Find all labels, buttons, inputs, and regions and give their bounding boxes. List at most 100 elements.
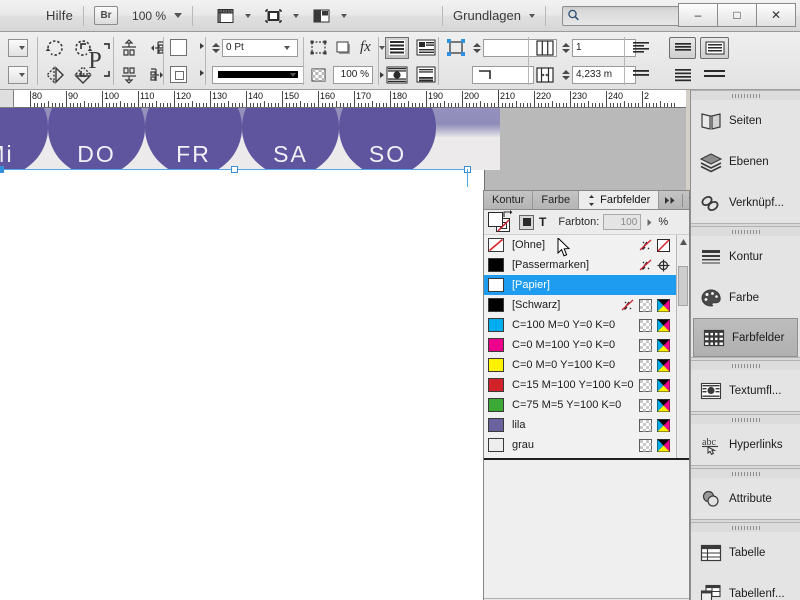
corner-size-stepper[interactable] (473, 42, 481, 53)
center-content-icon[interactable] (385, 65, 409, 85)
swatch-row[interactable]: C=0 M=100 Y=0 K=0 (484, 335, 676, 355)
align-top-icon[interactable] (119, 38, 139, 58)
opacity-field[interactable]: 100 % (333, 65, 373, 84)
swatch-row[interactable]: C=75 M=5 Y=100 K=0 (484, 395, 676, 415)
dock-item-hyperlinks[interactable]: abc Hyperlinks (691, 424, 800, 465)
dock-item-attribute[interactable]: Attribute (691, 478, 800, 519)
fit-frame-to-content-icon[interactable] (415, 38, 437, 58)
effects-caret[interactable] (378, 45, 385, 50)
swap-fill-stroke-icon[interactable] (503, 210, 513, 220)
dock-item-kontur[interactable]: Kontur (691, 236, 800, 277)
select-container-icon[interactable] (309, 38, 329, 58)
align-left-lines-icon[interactable] (631, 39, 651, 57)
dock-item-farbfelder[interactable]: Farbfelder (693, 318, 798, 357)
swatches-tab-farbfelder[interactable]: Farbfelder (579, 191, 660, 209)
weekday-circle[interactable]: FR (145, 108, 242, 170)
swatch-row[interactable]: [Schwarz] (484, 295, 676, 315)
view-options-caret[interactable] (245, 13, 252, 18)
swatch-row[interactable]: lila (484, 415, 676, 435)
flip-horizontal-icon[interactable] (44, 64, 66, 86)
document-page[interactable]: Mi DO FR SA SO (0, 108, 500, 600)
panel-dock[interactable]: Seiten Ebenen Verknüpf... Kontur Farbe Farbfe… (690, 90, 800, 600)
dock-item-tabelle[interactable]: Tabelle (691, 532, 800, 573)
fit-content-proportionally-button[interactable] (385, 36, 409, 59)
swatches-scrollbar[interactable] (676, 235, 689, 458)
gutter-stepper[interactable] (562, 69, 570, 80)
arrange-documents-button[interactable] (313, 7, 348, 25)
zoom-dropdown-caret[interactable] (174, 13, 183, 18)
gutter-field[interactable]: 4,233 m (572, 65, 636, 84)
dock-group-grip[interactable] (691, 523, 800, 532)
swatch-row[interactable]: [Passermarken] (484, 255, 676, 275)
maximize-button[interactable]: □ (717, 3, 757, 27)
selection-type-dropdown-1[interactable] (8, 38, 28, 57)
screen-mode-caret[interactable] (293, 13, 300, 18)
weekday-circle[interactable]: DO (48, 108, 145, 170)
tint-input[interactable]: 100 (603, 214, 642, 230)
workspace-caret[interactable] (529, 13, 535, 18)
tint-flyout-icon[interactable] (646, 218, 653, 227)
chevron-up-icon[interactable] (679, 238, 688, 246)
artwork-weekday-band[interactable]: Mi DO FR SA SO (0, 108, 500, 170)
swatch-row[interactable]: C=15 M=100 Y=100 K=0 (484, 375, 676, 395)
selection-bounding-box[interactable] (0, 166, 471, 173)
minimize-button[interactable]: – (678, 3, 718, 27)
swatch-row[interactable]: C=100 M=0 Y=0 K=0 (484, 315, 676, 335)
dock-item-tabellenf[interactable]: Tabellenf... (691, 573, 800, 600)
stroke-swatch-button[interactable] (170, 66, 187, 83)
swatch-row[interactable]: [Papier] (484, 275, 676, 295)
dock-group-grip[interactable] (691, 415, 800, 424)
distribute-vertical-icon[interactable] (147, 65, 167, 85)
view-options-button[interactable] (217, 7, 252, 25)
fill-frame-icon[interactable] (415, 65, 437, 85)
stroke-weight-stepper[interactable] (212, 42, 220, 53)
swatch-row[interactable]: C=0 M=0 Y=100 K=0 (484, 355, 676, 375)
corner-shape-field[interactable] (472, 65, 534, 84)
swatches-tab-farbe[interactable]: Farbe (533, 191, 580, 209)
formatting-affects-text-button[interactable]: T (539, 215, 546, 229)
columns-stepper[interactable] (562, 42, 570, 53)
close-button[interactable]: ✕ (756, 3, 796, 27)
selection-handle-left[interactable] (0, 166, 4, 173)
swatches-tab-kontur[interactable]: Kontur (484, 191, 534, 209)
columns-field[interactable]: 1 (572, 38, 636, 57)
align-justify-lines-icon[interactable] (631, 66, 651, 84)
swatches-panel[interactable]: Kontur Farbe Farbfelder T Farbton: 100 % (483, 190, 704, 600)
ruler-corner[interactable] (0, 90, 14, 108)
vertical-align-top-button[interactable] (669, 36, 696, 59)
weekday-circle[interactable]: SO (339, 108, 436, 170)
dock-item-textumfl[interactable]: Textumfl... (691, 370, 800, 411)
vertical-align-justify-button[interactable] (669, 64, 696, 86)
dock-group-grip[interactable] (691, 227, 800, 236)
dock-item-seiten[interactable]: Seiten (691, 100, 800, 141)
formatting-affects-frame-button[interactable] (519, 214, 534, 230)
transform-frame-icon[interactable] (445, 37, 467, 59)
selection-type-dropdown-2[interactable] (8, 65, 28, 84)
bridge-button[interactable]: Br (94, 6, 119, 25)
selection-handle-center[interactable] (231, 166, 238, 173)
rotate-clockwise-icon[interactable] (44, 37, 66, 59)
dock-item-verkn-pf[interactable]: Verknüpf... (691, 182, 800, 223)
swatch-row[interactable]: grau (484, 435, 676, 455)
stroke-style-caret[interactable] (290, 72, 296, 77)
drop-shadow-icon[interactable] (334, 38, 354, 58)
fill-stroke-proxy-icon[interactable] (488, 210, 513, 232)
text-frame-options-button[interactable] (700, 36, 729, 59)
dock-item-farbe[interactable]: Farbe (691, 277, 800, 318)
effects-button[interactable]: fx (360, 39, 371, 56)
collapse-panel-icon[interactable] (664, 196, 677, 205)
dock-group-grip[interactable] (691, 361, 800, 370)
arrange-documents-caret[interactable] (341, 13, 348, 18)
screen-mode-button[interactable] (265, 7, 300, 25)
dock-group-grip[interactable] (691, 469, 800, 478)
swatches-list[interactable]: [Ohne] [Passermarken] [Papier] [Schwarz] C=1… (484, 235, 689, 460)
scrollbar-thumb[interactable] (678, 266, 688, 306)
weekday-circle[interactable]: SA (242, 108, 339, 170)
stroke-weight-caret[interactable] (284, 45, 290, 50)
distribute-horizontal-icon[interactable] (147, 38, 167, 58)
paragraph-format-icon[interactable] (700, 66, 729, 84)
dock-group-grip[interactable] (691, 91, 800, 100)
swatch-row[interactable]: [Ohne] (484, 235, 676, 255)
workspace-switcher-label[interactable]: Grundlagen (453, 8, 521, 23)
align-bottom-icon[interactable] (119, 65, 139, 85)
